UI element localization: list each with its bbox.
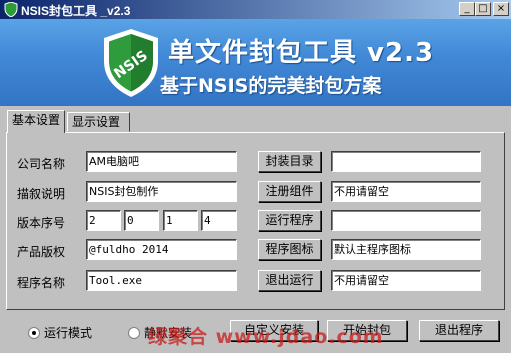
site-watermark: 绿聚合 www.jdao.com	[148, 318, 511, 353]
pack-dir-button[interactable]: 封装目录	[258, 151, 321, 172]
minimize-button[interactable]: _	[459, 2, 475, 16]
program-field[interactable]: Tool.exe	[86, 270, 237, 291]
run-program-field[interactable]	[331, 210, 481, 231]
company-label: 公司名称	[17, 157, 66, 171]
version-field-4[interactable]: 4	[201, 210, 237, 231]
exit-run-button[interactable]: 退出运行	[258, 270, 321, 291]
radio-selected-indicator	[28, 327, 40, 339]
radio-unselected-indicator	[128, 327, 140, 339]
version-field-3[interactable]: 1	[163, 210, 198, 231]
watermark-text: 绿聚合 www.jdao.com	[148, 326, 384, 348]
register-component-button[interactable]: 注册组件	[258, 181, 321, 202]
tab-display-settings[interactable]: 显示设置	[67, 112, 130, 132]
version-field-2[interactable]: 0	[124, 210, 159, 231]
banner-subtitle: 基于NSIS的完美封包方案	[160, 75, 382, 97]
company-field[interactable]: AM电脑吧	[86, 151, 237, 172]
register-component-field[interactable]: 不用请留空	[331, 181, 481, 202]
tab-basic-settings[interactable]: 基本设置	[7, 110, 66, 133]
title-bar: NSIS封包工具 _v2.3 _ □ ×	[0, 0, 511, 19]
description-field[interactable]: NSIS封包制作	[86, 181, 237, 202]
window-title: NSIS封包工具 _v2.3	[21, 4, 131, 18]
exit-run-field[interactable]: 不用请留空	[331, 270, 481, 291]
version-field-1[interactable]: 2	[86, 210, 121, 231]
version-label: 版本序号	[17, 216, 66, 230]
close-button[interactable]: ×	[493, 2, 509, 16]
header-banner: NSIS 单文件封包工具 v2.3 基于NSIS的完美封包方案	[0, 19, 511, 106]
app-shield-icon	[4, 2, 18, 17]
program-icon-field[interactable]: 默认主程序图标	[331, 239, 481, 260]
maximize-button[interactable]: □	[475, 2, 491, 16]
run-program-button[interactable]: 运行程序	[258, 210, 321, 231]
run-mode-label: 运行模式	[44, 326, 93, 340]
banner-title: 单文件封包工具 v2.3	[168, 38, 435, 68]
run-mode-radio[interactable]: 运行模式	[28, 324, 92, 341]
nsis-shield-logo: NSIS	[104, 29, 158, 97]
program-icon-button[interactable]: 程序图标	[258, 239, 321, 260]
description-label: 描叙说明	[17, 187, 66, 201]
copyright-field[interactable]: @fuldho 2014	[86, 239, 237, 260]
program-label: 程序名称	[17, 276, 66, 290]
pack-dir-field[interactable]	[331, 151, 481, 172]
copyright-label: 产品版权	[17, 245, 66, 259]
